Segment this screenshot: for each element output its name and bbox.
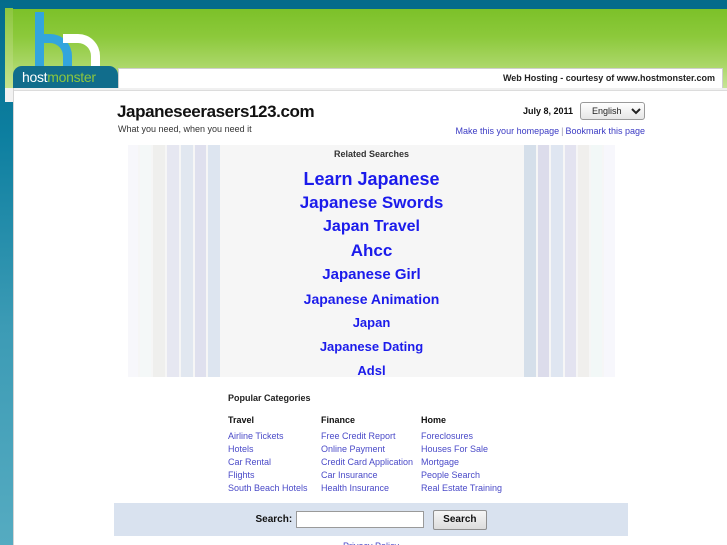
header-links: Make this your homepage | Bookmark this pa… [456,126,645,136]
site-header: Japaneseerasers123.com What you need, wh… [14,102,727,146]
courtesy-banner: Web Hosting - courtesy of www.hostmonste… [118,68,723,88]
related-searches-heading: Related Searches [333,149,410,159]
category-column-home: Home Foreclosures Houses For Sale Mortga… [421,415,514,495]
left-rail-notch [5,88,13,102]
popular-categories-columns: Travel Airline Tickets Hotels Car Rental… [228,415,648,495]
category-title: Home [421,415,447,425]
content-top-divider [14,88,727,91]
brand-monster-text: monster [47,69,96,85]
hostmonster-monogram-icon [27,12,117,74]
category-column-finance: Finance Free Credit Report Online Paymen… [321,415,421,495]
left-rail-green-accent [5,8,13,88]
category-link[interactable]: Online Payment [321,443,421,456]
related-searches-list: Learn Japanese Japanese Swords Japan Tra… [128,167,615,377]
make-homepage-link[interactable]: Make this your homepage [456,126,560,136]
category-link[interactable]: Free Credit Report [321,430,421,443]
category-link[interactable]: Health Insurance [321,482,421,495]
related-search-link[interactable]: Japanese Dating [128,335,615,359]
category-title: Finance [321,415,356,425]
category-link[interactable]: Credit Card Application [321,456,421,469]
category-link[interactable]: South Beach Hotels [228,482,321,495]
language-select[interactable]: English [580,102,645,120]
category-link[interactable]: Real Estate Training [421,482,514,495]
category-column-travel: Travel Airline Tickets Hotels Car Rental… [228,415,321,495]
privacy-policy-link[interactable]: Privacy Policy [343,541,399,545]
popular-categories: Popular Categories Travel Airline Ticket… [228,393,648,495]
category-link[interactable]: Houses For Sale [421,443,514,456]
current-date: July 8, 2011 [522,106,573,116]
category-link[interactable]: Hotels [228,443,321,456]
content-area: Japaneseerasers123.com What you need, wh… [13,88,727,545]
category-link[interactable]: Car Insurance [321,469,421,482]
privacy-policy: Privacy Policy [14,541,727,545]
category-link[interactable]: Flights [228,469,321,482]
search-button[interactable]: Search [433,509,487,530]
related-search-link[interactable]: Japanese Animation [128,287,615,311]
related-search-link[interactable]: Learn Japanese [128,167,615,191]
search-input[interactable] [296,511,425,528]
popular-categories-heading: Popular Categories [228,393,311,403]
hostmonster-brand-tab[interactable]: hostmonster [13,66,118,88]
related-search-link[interactable]: Japanese Girl [128,263,615,287]
page-tagline: What you need, when you need it [118,124,252,134]
related-search-link[interactable]: Adsl [128,359,615,377]
related-search-link[interactable]: Japan Travel [128,215,615,239]
category-link[interactable]: Foreclosures [421,430,514,443]
related-search-link[interactable]: Japanese Swords [128,191,615,215]
brand-host-text: host [22,69,48,85]
search-label: Search: [255,514,293,525]
bookmark-page-link[interactable]: Bookmark this page [565,126,645,136]
parked-domain-page: hostmonster Web Hosting - courtesy of ww… [0,0,727,545]
category-title: Travel [228,415,255,425]
page-title: Japaneseerasers123.com [117,102,315,121]
category-link[interactable]: Car Rental [228,456,321,469]
related-search-link[interactable]: Ahcc [128,239,615,263]
related-searches-panel: Related Searches Learn Japanese Japanese… [128,145,615,377]
category-link[interactable]: Airline Tickets [228,430,321,443]
search-bar: Search: Search [114,503,628,536]
category-link[interactable]: People Search [421,469,514,482]
category-link[interactable]: Mortgage [421,456,514,469]
related-search-link[interactable]: Japan [128,311,615,335]
top-teal-bar [13,0,727,9]
left-rail [0,0,13,545]
